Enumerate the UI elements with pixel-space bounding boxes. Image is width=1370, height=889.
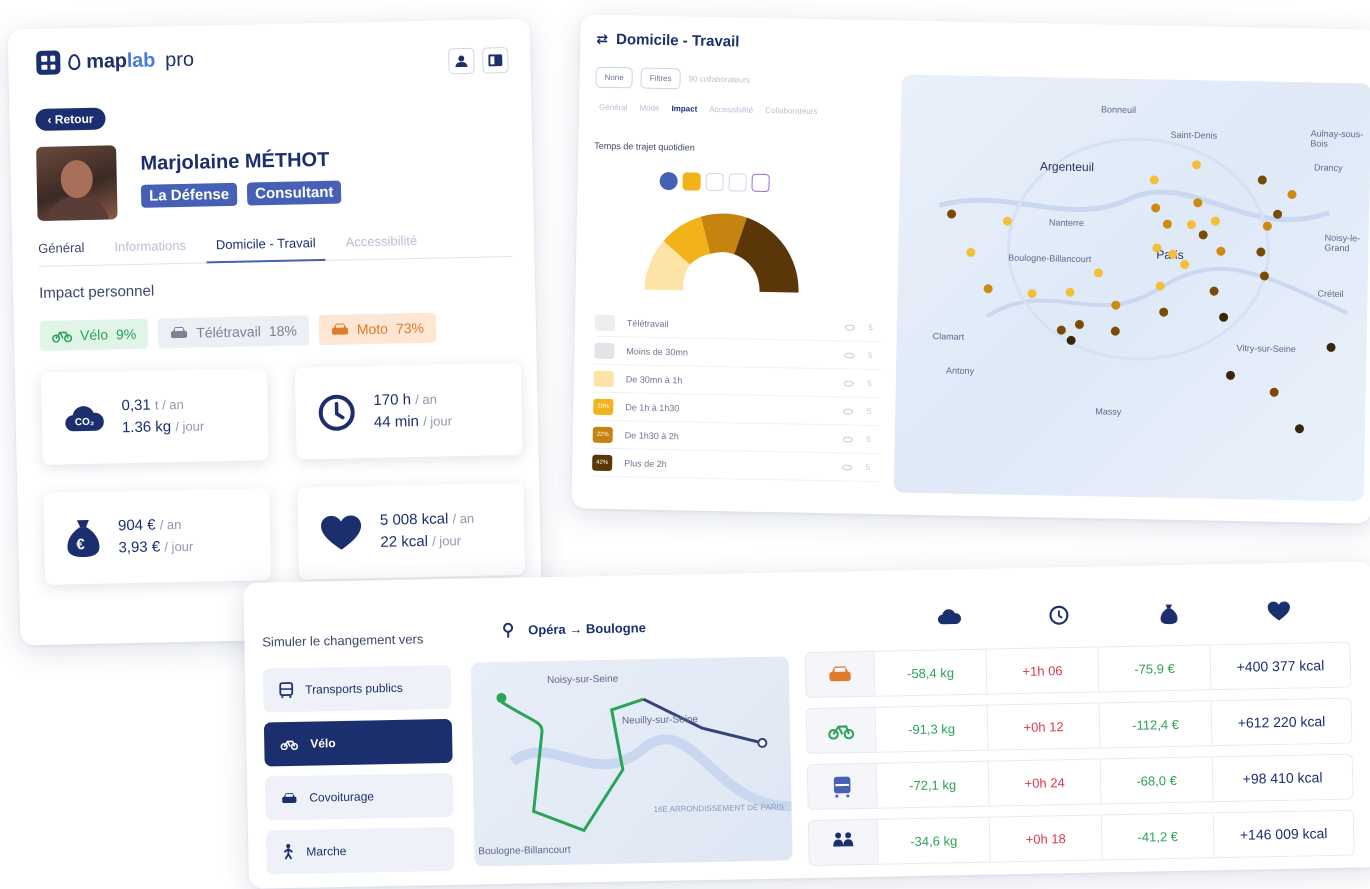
results-header: [894, 600, 1334, 630]
eye-icon: [843, 379, 854, 387]
bus-icon: [833, 776, 851, 798]
eye-icon: [842, 435, 853, 443]
car-icon: [331, 323, 348, 335]
profile-card: maplab pro ‹ Retour Marjolaine MÉTHOT La…: [7, 18, 543, 646]
co2-cloud-icon: [937, 609, 962, 625]
co2-stat-card: CO₂ 0,31 t / an 1.36 kg / jour: [40, 368, 269, 465]
brand-name: maplab: [86, 48, 156, 73]
co2-cloud-icon: CO₂: [65, 406, 104, 432]
brand-logo: maplab pro: [36, 48, 194, 75]
mode-chip-velo: Vélo 9%: [39, 318, 149, 351]
svg-text:€: €: [76, 536, 85, 553]
mode-chip-teletravail: Télétravail 18%: [157, 315, 310, 349]
car-icon: [282, 792, 297, 803]
option-transports-publics[interactable]: Transports publics: [262, 664, 452, 713]
car-icon: [171, 326, 188, 339]
option-marche[interactable]: Marche: [265, 826, 455, 875]
site-tag: La Défense: [140, 182, 238, 208]
clock-outline-icon[interactable]: [705, 172, 724, 192]
panel-toggle-button[interactable]: [482, 47, 509, 74]
apps-grid-icon[interactable]: [36, 50, 61, 75]
tab-collaborateurs[interactable]: Collaborateurs: [765, 106, 817, 116]
tab-impact[interactable]: Impact: [671, 104, 697, 113]
back-button[interactable]: ‹ Retour: [35, 107, 106, 131]
tab-accessibilite[interactable]: Accessibilité: [345, 233, 417, 249]
result-row-bike: -91,3 kg +0h 12 -112,4 € +612 220 kcal: [805, 697, 1353, 755]
route-map[interactable]: Noisy-sur-Seine Neuilly-sur-Seine 16E AR…: [470, 656, 793, 867]
map-pin-icon: [68, 54, 81, 71]
avatar: [36, 145, 118, 221]
svg-text:CO₂: CO₂: [75, 417, 95, 428]
profile-tabs: Général Informations Domicile - Travail …: [38, 231, 513, 267]
kcal-stat-card: 5 008 kcal / an 22 kcal / jour: [297, 482, 526, 580]
domicile-tabs: Général Mode Impact Accessibilité Collab…: [599, 103, 817, 116]
travel-time-legend: Télétravail 5 Moins de 30mn 5 De 30mn à 1h…: [591, 308, 882, 483]
user-button[interactable]: [448, 47, 475, 75]
brand-pro: pro: [164, 48, 195, 71]
travel-time-donut: [644, 213, 799, 293]
filters-button[interactable]: Filtres: [640, 67, 681, 90]
bike-icon: [280, 740, 299, 751]
car-icon: [829, 666, 851, 682]
tab-informations[interactable]: Informations: [114, 238, 186, 254]
result-row-walk: -34,6 kg +0h 18 -41,2 € +146 009 kcal: [807, 809, 1355, 867]
heart-icon: [1267, 601, 1290, 621]
money-stat-card: € 904 € / an 3,93 € / jour: [43, 488, 272, 585]
route-label: Opéra → Boulogne: [502, 619, 646, 638]
tab-domicile-travail[interactable]: Domicile - Travail: [216, 235, 316, 252]
heart-icon[interactable]: [751, 173, 770, 193]
simulation-title: Simuler le changement vers: [262, 631, 424, 650]
money-bag-icon: €: [67, 519, 100, 558]
panel-icon: [488, 54, 503, 67]
option-covoiturage[interactable]: Covoiturage: [264, 772, 454, 821]
heart-icon: [321, 515, 362, 550]
walk-icon: [833, 832, 854, 847]
swap-arrows-icon: ⇄: [596, 30, 609, 47]
tab-mode[interactable]: Mode: [639, 104, 659, 113]
domicile-title: ⇄ Domicile - Travail: [596, 30, 740, 51]
bike-icon: [828, 725, 855, 740]
user-icon: [455, 55, 468, 68]
domicile-travail-card: ⇄ Domicile - Travail None Filtres 90 col…: [571, 14, 1370, 524]
bike-icon: [51, 331, 73, 343]
collaborators-map[interactable]: Bonneuil Saint-Denis Aulnay-sous-Bois Dr…: [893, 74, 1370, 502]
results-table: -58,4 kg +1h 06 -75,9 € +400 377 kcal -9…: [804, 641, 1355, 867]
clock-icon[interactable]: [682, 172, 701, 191]
simulation-options: Transports publics Vélo Covoiturage Marc…: [262, 664, 455, 875]
bus-icon: [279, 682, 294, 699]
legend-row[interactable]: 42% Plus de 2h 5: [591, 448, 879, 483]
time-stat-card: 170 h / an 44 min / jour: [294, 362, 523, 460]
transit-icon[interactable]: [659, 171, 678, 191]
collab-count: 90 collaborateurs: [688, 74, 750, 85]
tab-general[interactable]: Général: [599, 103, 628, 113]
result-row-car: -58,4 kg +1h 06 -75,9 € +400 377 kcal: [804, 641, 1352, 699]
money-icon[interactable]: [728, 173, 747, 192]
chart-title: Temps de trajet quotidien: [594, 140, 695, 153]
money-bag-icon: [1160, 604, 1178, 625]
eye-icon: [843, 351, 854, 359]
clock-icon: [1049, 605, 1069, 625]
walk-icon: [283, 844, 293, 860]
tab-accessibilite[interactable]: Accessibilité: [709, 105, 753, 115]
result-row-bus: -72,1 kg +0h 24 -68,0 € +98 410 kcal: [806, 753, 1354, 811]
mode-filter-icons: [659, 171, 770, 193]
mode-chip-moto: Moto 73%: [318, 312, 437, 346]
simulation-card: Simuler le changement vers Opéra → Boulo…: [243, 561, 1370, 889]
eye-icon: [841, 463, 852, 471]
eye-icon: [842, 407, 853, 415]
role-tag: Consultant: [246, 180, 342, 206]
location-pin-icon: [503, 622, 514, 638]
profile-name: Marjolaine MÉTHOT: [140, 148, 330, 175]
clock-icon: [318, 394, 355, 431]
impact-title: Impact personnel: [38, 282, 155, 302]
tab-general[interactable]: Général: [38, 240, 85, 256]
option-velo[interactable]: Vélo: [263, 718, 453, 767]
eye-icon: [844, 323, 855, 331]
none-filter-button[interactable]: None: [595, 66, 633, 89]
